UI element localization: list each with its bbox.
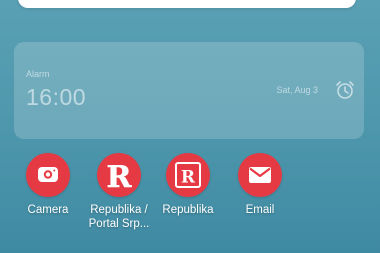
alarm-time: 16:00 [26,84,87,110]
alarm-clock-icon [336,81,354,99]
app-republika-portal[interactable]: R Republika / Portal Srp... [84,153,154,231]
app-label-republika: Republika [162,204,214,216]
svg-text:R: R [181,168,196,188]
app-label-camera: Camera [27,204,69,216]
app-label-republika-portal: Republika / Portal Srp... [88,204,150,230]
camera-icon [26,153,70,197]
alarm-label: Alarm [26,69,50,79]
app-camera[interactable]: Camera [13,153,83,217]
app-label-email: Email [245,204,275,216]
notification-card[interactable] [18,0,356,8]
app-email[interactable]: Email [225,153,295,217]
alarm-widget[interactable]: Alarm 16:00 Sat, Aug 3 [14,42,364,139]
app-republika[interactable]: R Republika [153,153,223,217]
republika-logo-icon: R [166,153,210,197]
republika-portal-logo-icon: R [97,153,141,197]
alarm-date: Sat, Aug 3 [276,85,318,95]
svg-text:R: R [107,160,133,195]
email-icon [238,153,282,197]
